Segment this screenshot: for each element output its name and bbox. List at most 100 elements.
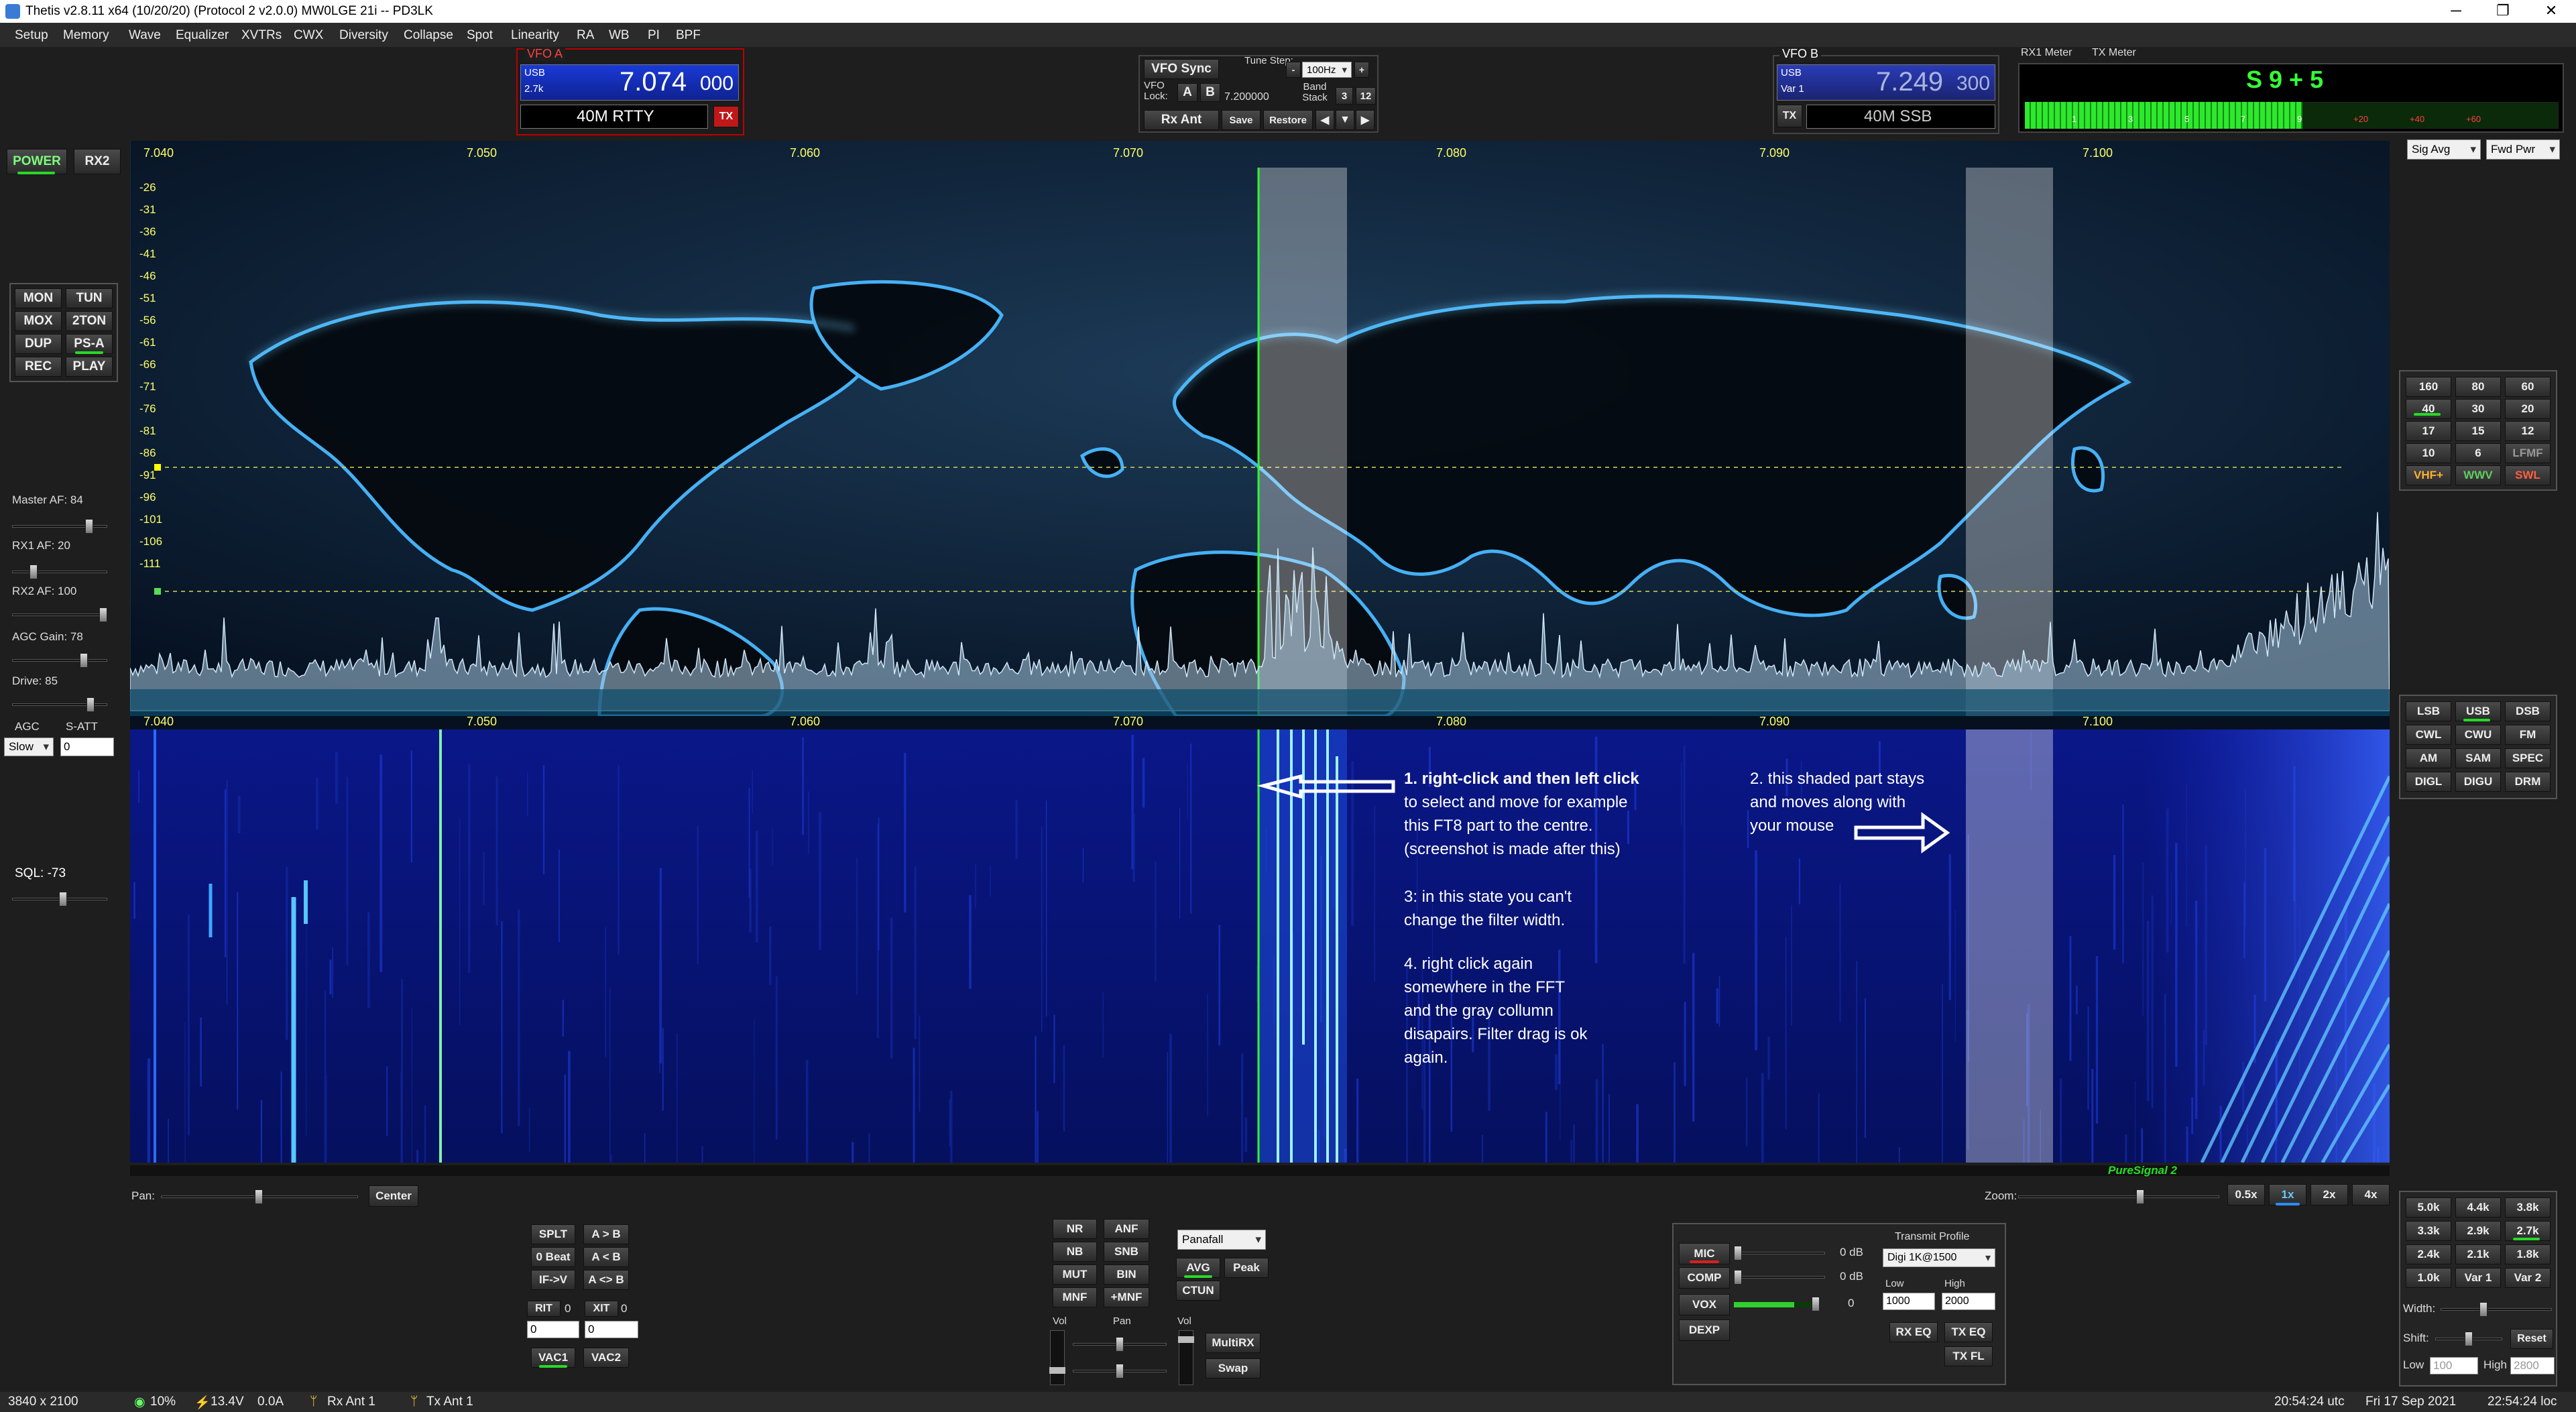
status-tx-ant[interactable]: Tx Ant 1 xyxy=(426,1395,473,1409)
swap-ab-button[interactable]: A <> B xyxy=(583,1270,629,1290)
filter-button-var-1[interactable]: Var 1 xyxy=(2455,1268,2501,1288)
menu-pi[interactable]: PI xyxy=(648,28,660,43)
zoom-2x-button[interactable]: 2x xyxy=(2310,1184,2348,1205)
vol-slider[interactable] xyxy=(1049,1330,1065,1385)
vfo-lock-b-button[interactable]: B xyxy=(1200,83,1220,102)
tune-step-select[interactable]: 100Hz xyxy=(1302,62,1352,78)
sql-slider[interactable] xyxy=(12,892,107,906)
band-button-12[interactable]: 12 xyxy=(2505,421,2551,441)
menu-xvtrs[interactable]: XVTRs xyxy=(241,28,282,43)
shift-slider[interactable] xyxy=(2435,1332,2502,1346)
pan-mix-slider-2[interactable] xyxy=(1073,1364,1167,1378)
comp-slider[interactable] xyxy=(1734,1270,1825,1285)
if-to-v-button[interactable]: IF->V xyxy=(531,1270,575,1290)
mode-button-digl[interactable]: DIGL xyxy=(2406,772,2451,792)
menu-setup[interactable]: Setup xyxy=(15,28,48,43)
mode-button-cwu[interactable]: CWU xyxy=(2455,725,2501,745)
dexp-button[interactable]: DEXP xyxy=(1679,1319,1730,1341)
pan-slider[interactable] xyxy=(161,1189,358,1204)
vac2-button[interactable]: VAC2 xyxy=(583,1348,629,1368)
vfo-sync-button[interactable]: VFO Sync xyxy=(1144,59,1219,79)
vol2-slider[interactable] xyxy=(1178,1330,1194,1385)
filter-button-1.8k[interactable]: 1.8k xyxy=(2505,1244,2551,1264)
band-button-swl[interactable]: SWL xyxy=(2505,465,2551,485)
vox-slider[interactable] xyxy=(1734,1297,1825,1311)
zoom-4x-button[interactable]: 4x xyxy=(2352,1184,2390,1205)
band-down-icon[interactable]: ▼ xyxy=(1336,110,1354,130)
nb-button[interactable]: NB xyxy=(1053,1242,1097,1262)
menu-cwx[interactable]: CWX xyxy=(294,28,323,43)
transmit-profile-select[interactable]: Digi 1K@1500 xyxy=(1883,1248,1995,1267)
band-next-icon[interactable]: ▶ xyxy=(1356,110,1374,130)
filter-button-2.9k[interactable]: 2.9k xyxy=(2455,1221,2501,1241)
anf-button[interactable]: ANF xyxy=(1104,1219,1149,1239)
zoom-slider[interactable] xyxy=(2018,1189,2219,1204)
split-button[interactable]: SPLT xyxy=(531,1224,575,1244)
band-prev-icon[interactable]: ◀ xyxy=(1315,110,1334,130)
vfo-a-tx-button[interactable]: TX xyxy=(713,106,739,127)
band-button-wwv[interactable]: WWV xyxy=(2455,465,2501,485)
menu-ra[interactable]: RA xyxy=(577,28,594,43)
tx-meter-select[interactable]: Fwd Pwr xyxy=(2486,139,2560,160)
menu-linearity[interactable]: Linearity xyxy=(511,28,559,43)
menu-equalizer[interactable]: Equalizer xyxy=(176,28,229,43)
filter-button-var-2[interactable]: Var 2 xyxy=(2505,1268,2551,1288)
filter-button-3.3k[interactable]: 3.3k xyxy=(2406,1221,2451,1241)
bin-button[interactable]: BIN xyxy=(1104,1264,1149,1285)
2ton-button[interactable]: 2TON xyxy=(66,311,113,331)
mode-button-spec[interactable]: SPEC xyxy=(2505,748,2551,768)
rit-button[interactable]: RIT xyxy=(527,1301,561,1317)
multirx-button[interactable]: MultiRX xyxy=(1206,1333,1261,1353)
filter-high-input[interactable]: 2800 xyxy=(2510,1357,2555,1374)
mode-button-cwl[interactable]: CWL xyxy=(2406,725,2451,745)
mode-button-am[interactable]: AM xyxy=(2406,748,2451,768)
filter-button-1.0k[interactable]: 1.0k xyxy=(2406,1268,2451,1288)
band-button-vhfplus[interactable]: VHF+ xyxy=(2406,465,2451,485)
filter-button-2.1k[interactable]: 2.1k xyxy=(2455,1244,2501,1264)
mute-button[interactable]: MUT xyxy=(1053,1264,1097,1285)
swap-rx-button[interactable]: Swap xyxy=(1206,1358,1261,1378)
zero-beat-button[interactable]: 0 Beat xyxy=(531,1247,575,1267)
width-slider[interactable] xyxy=(2441,1302,2552,1317)
display-mode-select[interactable]: Panafall xyxy=(1177,1230,1266,1250)
drive-slider[interactable] xyxy=(12,697,107,712)
band-button-40[interactable]: 40 xyxy=(2406,399,2451,419)
tx-filter-button[interactable]: TX FL xyxy=(1944,1346,1993,1366)
vfo-b-tx-button[interactable]: TX xyxy=(1777,105,1802,127)
center-button[interactable]: Center xyxy=(369,1185,418,1207)
band-stack-count[interactable]: 12 xyxy=(1356,87,1376,105)
peak-button[interactable]: Peak xyxy=(1224,1258,1269,1278)
filter-button-2.4k[interactable]: 2.4k xyxy=(2406,1244,2451,1264)
mon-button[interactable]: MON xyxy=(15,288,62,308)
mode-button-dsb[interactable]: DSB xyxy=(2505,701,2551,721)
band-button-15[interactable]: 15 xyxy=(2455,421,2501,441)
band-button-17[interactable]: 17 xyxy=(2406,421,2451,441)
save-button[interactable]: Save xyxy=(1222,110,1261,130)
rx-eq-button[interactable]: RX EQ xyxy=(1889,1322,1938,1342)
b-to-a-button[interactable]: A < B xyxy=(583,1247,629,1267)
mode-button-fm[interactable]: FM xyxy=(2505,725,2551,745)
zoom-0.5x-button[interactable]: 0.5x xyxy=(2227,1184,2265,1205)
master-af-slider[interactable] xyxy=(12,519,107,534)
tune-step-up-button[interactable]: + xyxy=(1354,62,1369,78)
agc-mode-select[interactable]: Slow xyxy=(4,738,54,756)
tx-eq-button[interactable]: TX EQ xyxy=(1944,1322,1993,1342)
satt-input[interactable]: 0 xyxy=(60,738,114,756)
menu-bpf[interactable]: BPF xyxy=(676,28,701,43)
comp-button[interactable]: COMP xyxy=(1679,1267,1730,1289)
band-button-160[interactable]: 160 xyxy=(2406,377,2451,397)
menu-memory[interactable]: Memory xyxy=(63,28,109,43)
band-button-80[interactable]: 80 xyxy=(2455,377,2501,397)
tx-high-input[interactable]: 2000 xyxy=(1942,1293,1995,1310)
rx1-af-slider[interactable] xyxy=(12,565,107,579)
menu-wave[interactable]: Wave xyxy=(129,28,161,43)
band-button-20[interactable]: 20 xyxy=(2505,399,2551,419)
pan-mix-slider-1[interactable] xyxy=(1073,1337,1167,1352)
filter-button-5.0k[interactable]: 5.0k xyxy=(2406,1197,2451,1218)
power-button[interactable]: POWER xyxy=(7,149,67,174)
agc-gain-slider[interactable] xyxy=(12,653,107,668)
band-button-6[interactable]: 6 xyxy=(2455,443,2501,463)
menu-diversity[interactable]: Diversity xyxy=(339,28,388,43)
mode-button-digu[interactable]: DIGU xyxy=(2455,772,2501,792)
rec-button[interactable]: REC xyxy=(15,357,62,377)
